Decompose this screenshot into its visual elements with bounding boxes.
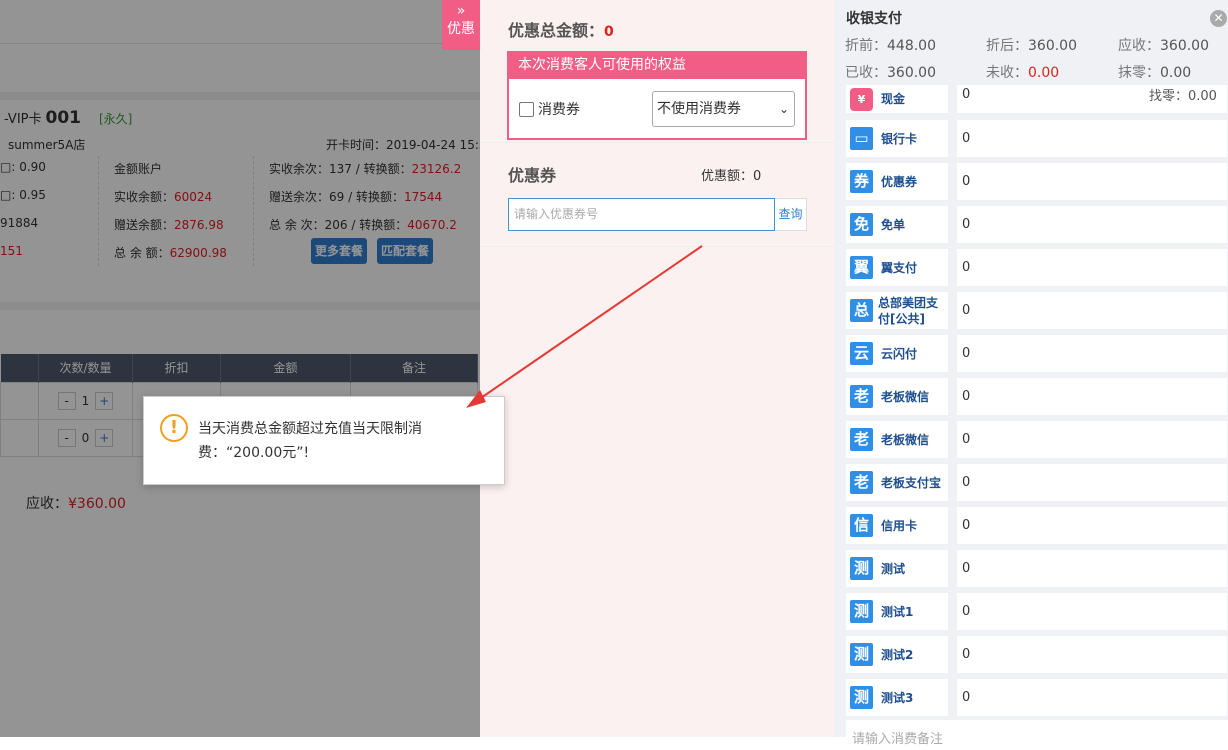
boss-icon: 老 bbox=[850, 385, 873, 408]
pay-method-bank-card[interactable]: ▭ 银行卡 0 bbox=[846, 120, 1228, 157]
warning-dialog: ! 当天消费总金额超过充值当天限制消费：“200.00元”! bbox=[143, 396, 505, 485]
amount-input[interactable]: 0 bbox=[957, 378, 1227, 415]
query-button[interactable]: 查询 bbox=[775, 198, 807, 231]
coupon-input[interactable]: 请输入优惠券号 bbox=[508, 198, 775, 231]
benefit-box: 本次消费客人可使用的权益 消费券 不使用消费券 ⌄ bbox=[507, 51, 807, 140]
pay-method-test[interactable]: 测测试 0 bbox=[846, 550, 1228, 587]
pay-method-test-1[interactable]: 测测试1 0 bbox=[846, 593, 1228, 630]
pay-method-yipay[interactable]: 翼翼支付 0 bbox=[846, 249, 1228, 286]
pay-method-boss-wechat-2[interactable]: 老老板微信 0 bbox=[846, 421, 1228, 458]
benefit-header: 本次消费客人可使用的权益 bbox=[509, 53, 805, 79]
amount-input[interactable]: 0 bbox=[957, 636, 1227, 673]
close-icon[interactable]: ✕ bbox=[1210, 10, 1227, 27]
pay-method-test-3[interactable]: 测测试3 0 bbox=[846, 679, 1228, 716]
modal-overlay[interactable] bbox=[0, 0, 480, 737]
double-chevron-right-icon: » bbox=[456, 3, 466, 19]
credit-icon: 信 bbox=[850, 514, 873, 537]
boss-icon: 老 bbox=[850, 471, 873, 494]
amount-input[interactable]: 0 bbox=[957, 120, 1227, 157]
amount-input[interactable]: 0 bbox=[957, 464, 1227, 501]
receivable: 应收：360.00 bbox=[1118, 38, 1209, 54]
pay-method-test-2[interactable]: 测测试2 0 bbox=[846, 636, 1228, 673]
pay-method-coupon[interactable]: 券优惠券 0 bbox=[846, 163, 1228, 200]
pay-method-unionpay[interactable]: 云云闪付 0 bbox=[846, 335, 1228, 372]
unreceived: 未收：0.00 bbox=[986, 65, 1060, 81]
divider bbox=[480, 142, 835, 143]
pay-method-free[interactable]: 免免单 0 bbox=[846, 206, 1228, 243]
amount-input[interactable]: 0 bbox=[957, 550, 1227, 587]
coupon-icon: 券 bbox=[850, 170, 873, 193]
yipay-icon: 翼 bbox=[850, 256, 873, 279]
test-icon: 测 bbox=[850, 600, 873, 623]
cashier-panel: 收银支付 ✕ 折前：448.00 折后：360.00 应收：360.00 已收：… bbox=[835, 0, 1228, 750]
pay-method-boss-alipay[interactable]: 老老板支付宝 0 bbox=[846, 464, 1228, 501]
discount-panel: 优惠总金额：0 本次消费客人可使用的权益 消费券 不使用消费券 ⌄ 优惠券 优惠额… bbox=[480, 0, 835, 737]
pre-discount: 折前：448.00 bbox=[845, 38, 936, 54]
pay-method-credit-card[interactable]: 信信用卡 0 bbox=[846, 507, 1228, 544]
card-icon: ▭ bbox=[850, 127, 873, 150]
test-icon: 测 bbox=[850, 557, 873, 580]
amount-input[interactable]: 0 bbox=[957, 593, 1227, 630]
divider bbox=[480, 246, 835, 247]
amount-input[interactable]: 0 bbox=[957, 249, 1227, 286]
warning-message: 当天消费总金额超过充值当天限制消费：“200.00元”! bbox=[198, 421, 422, 461]
amount-input[interactable]: 0 bbox=[957, 421, 1227, 458]
rounding: 抹零：0.00 bbox=[1118, 65, 1192, 81]
checkbox-icon[interactable] bbox=[519, 101, 534, 117]
received: 已收：360.00 bbox=[845, 65, 936, 81]
chevron-down-icon: ⌄ bbox=[778, 102, 789, 116]
test-icon: 测 bbox=[850, 686, 873, 709]
amount-input[interactable]: 0 bbox=[957, 679, 1227, 716]
amount-input[interactable]: 0 bbox=[957, 335, 1227, 372]
change-amount: 找零：0.00 bbox=[1149, 89, 1217, 104]
free-icon: 免 bbox=[850, 213, 873, 236]
voucher-select[interactable]: 不使用消费券 ⌄ bbox=[652, 91, 795, 127]
cashier-title: 收银支付 bbox=[846, 11, 902, 27]
coupon-amount: 优惠额：0 bbox=[701, 169, 762, 184]
test-icon: 测 bbox=[850, 643, 873, 666]
amount-input[interactable]: 0 bbox=[957, 206, 1227, 243]
pay-method-boss-wechat[interactable]: 老老板微信 0 bbox=[846, 378, 1228, 415]
meituan-icon: 总 bbox=[850, 299, 873, 322]
amount-input[interactable]: 0 bbox=[957, 163, 1227, 200]
yen-icon: ¥ bbox=[850, 87, 873, 111]
amount-input[interactable]: 0 bbox=[957, 507, 1227, 544]
amount-input[interactable]: 0 bbox=[957, 292, 1227, 329]
remark-input[interactable]: 请输入消费备注 bbox=[846, 720, 1228, 750]
unionpay-icon: 云 bbox=[850, 342, 873, 365]
boss-icon: 老 bbox=[850, 428, 873, 451]
pay-method-meituan[interactable]: 总总部美团支付[公共] 0 bbox=[846, 292, 1228, 329]
discount-tab[interactable]: » 优惠 bbox=[442, 0, 480, 50]
coupon-title: 优惠券 bbox=[508, 166, 557, 185]
warning-icon: ! bbox=[160, 414, 188, 442]
post-discount: 折后：360.00 bbox=[986, 38, 1077, 54]
discount-total: 优惠总金额：0 bbox=[508, 21, 614, 40]
voucher-checkbox[interactable]: 消费券 bbox=[519, 99, 580, 119]
